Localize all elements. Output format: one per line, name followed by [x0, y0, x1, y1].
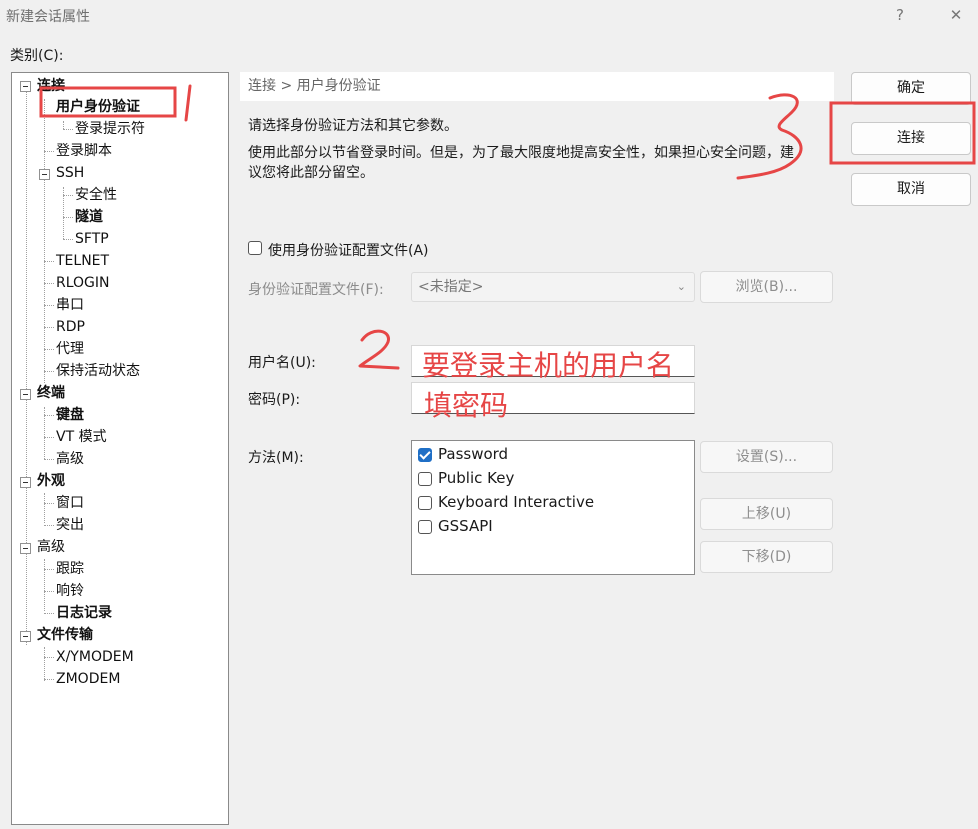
tree-item-trace[interactable]: 跟踪 — [56, 560, 84, 578]
collapse-icon[interactable] — [20, 631, 31, 642]
method-label-publickey: Public Key — [438, 469, 515, 487]
use-profile-label: 使用身份验证配置文件(A) — [268, 243, 429, 259]
tree-item-window[interactable]: 窗口 — [56, 494, 84, 512]
tree-item-sftp[interactable]: SFTP — [75, 230, 109, 248]
method-checkbox-publickey[interactable] — [418, 472, 432, 486]
profile-label: 身份验证配置文件(F): — [248, 282, 384, 298]
tree-item-login-scripts[interactable]: 登录脚本 — [56, 142, 112, 160]
tree-item-proxy[interactable]: 代理 — [56, 340, 84, 358]
ok-button[interactable]: 确定 — [851, 72, 971, 105]
tree-item-security[interactable]: 安全性 — [75, 186, 117, 204]
browse-button[interactable]: 浏览(B)... — [700, 271, 833, 303]
move-down-button[interactable]: 下移(D) — [700, 541, 833, 573]
description-text: 请选择身份验证方法和其它参数。 — [248, 118, 458, 134]
username-hint-annotation: 要登录主机的用户名 — [422, 349, 675, 382]
method-checkbox-password[interactable] — [418, 448, 432, 462]
category-tree[interactable]: 连接 用户身份验证 登录提示符 登录脚本 SSH 安全性 隧道 SFTP TEL… — [11, 72, 229, 825]
profile-select[interactable]: <未指定> ⌄ — [411, 272, 695, 302]
window-title: 新建会话属性 — [6, 9, 90, 25]
tree-item-terminal[interactable]: 终端 — [37, 384, 65, 402]
method-list[interactable]: Password Public Key Keyboard Interactive… — [411, 440, 695, 575]
tree-item-vt-mode[interactable]: VT 模式 — [56, 428, 107, 446]
tree-item-login-prompts[interactable]: 登录提示符 — [75, 120, 145, 138]
method-label: 方法(M): — [248, 450, 304, 466]
description-text-2: 使用此部分以节省登录时间。但是，为了最大限度地提高安全性，如果担心安全问题，建 — [248, 145, 794, 161]
annotation-number-2 — [358, 329, 400, 370]
tree-item-tunneling[interactable]: 隧道 — [75, 208, 103, 226]
annotation-number-3 — [736, 93, 803, 180]
method-label-gssapi: GSSAPI — [438, 517, 493, 535]
collapse-icon[interactable] — [20, 477, 31, 488]
tree-item-highlight[interactable]: 突出 — [56, 516, 84, 534]
tree-item-zmodem[interactable]: ZMODEM — [56, 670, 120, 688]
tree-item-telnet[interactable]: TELNET — [56, 252, 109, 270]
tree-item-keyboard[interactable]: 键盘 — [56, 406, 84, 424]
tree-item-keep-alive[interactable]: 保持活动状态 — [56, 362, 140, 380]
collapse-icon[interactable] — [20, 543, 31, 554]
cancel-button[interactable]: 取消 — [851, 173, 971, 206]
method-checkbox-gssapi[interactable] — [418, 520, 432, 534]
chevron-down-icon: ⌄ — [676, 280, 686, 293]
tree-item-user-auth[interactable]: 用户身份验证 — [56, 98, 140, 116]
connect-button[interactable]: 连接 — [851, 122, 971, 155]
category-label: 类别(C): — [10, 48, 64, 64]
method-checkbox-keyboard-interactive[interactable] — [418, 496, 432, 510]
settings-button[interactable]: 设置(S)... — [700, 441, 833, 473]
move-up-button[interactable]: 上移(U) — [700, 498, 833, 530]
tree-item-file-transfer[interactable]: 文件传输 — [37, 626, 93, 644]
collapse-icon[interactable] — [20, 389, 31, 400]
breadcrumb: 连接 > 用户身份验证 — [240, 72, 834, 101]
tree-item-ssh[interactable]: SSH — [56, 164, 84, 182]
method-label-keyboard-interactive: Keyboard Interactive — [438, 493, 595, 511]
close-button[interactable]: ✕ — [941, 2, 971, 28]
description-text-3: 议您将此部分留空。 — [248, 165, 374, 181]
tree-item-appearance[interactable]: 外观 — [37, 472, 65, 490]
tree-item-rlogin[interactable]: RLOGIN — [56, 274, 110, 292]
collapse-icon[interactable] — [39, 169, 50, 180]
tree-item-serial[interactable]: 串口 — [56, 296, 84, 314]
password-label: 密码(P): — [248, 392, 301, 408]
method-label-password: Password — [438, 445, 509, 463]
profile-select-value: <未指定> — [418, 279, 484, 295]
tree-item-connection[interactable]: 连接 — [37, 77, 65, 95]
password-hint-annotation: 填密码 — [424, 389, 509, 422]
tree-item-logging[interactable]: 日志记录 — [56, 604, 112, 622]
collapse-icon[interactable] — [20, 81, 31, 92]
help-button[interactable]: ? — [885, 2, 915, 28]
tree-item-rdp[interactable]: RDP — [56, 318, 85, 336]
tree-item-terminal-advanced[interactable]: 高级 — [56, 450, 84, 468]
username-label: 用户名(U): — [248, 355, 316, 371]
tree-item-advanced[interactable]: 高级 — [37, 538, 65, 556]
use-profile-checkbox[interactable] — [248, 241, 262, 255]
tree-item-xymodem[interactable]: X/YMODEM — [56, 648, 134, 666]
tree-item-bell[interactable]: 响铃 — [56, 582, 84, 600]
